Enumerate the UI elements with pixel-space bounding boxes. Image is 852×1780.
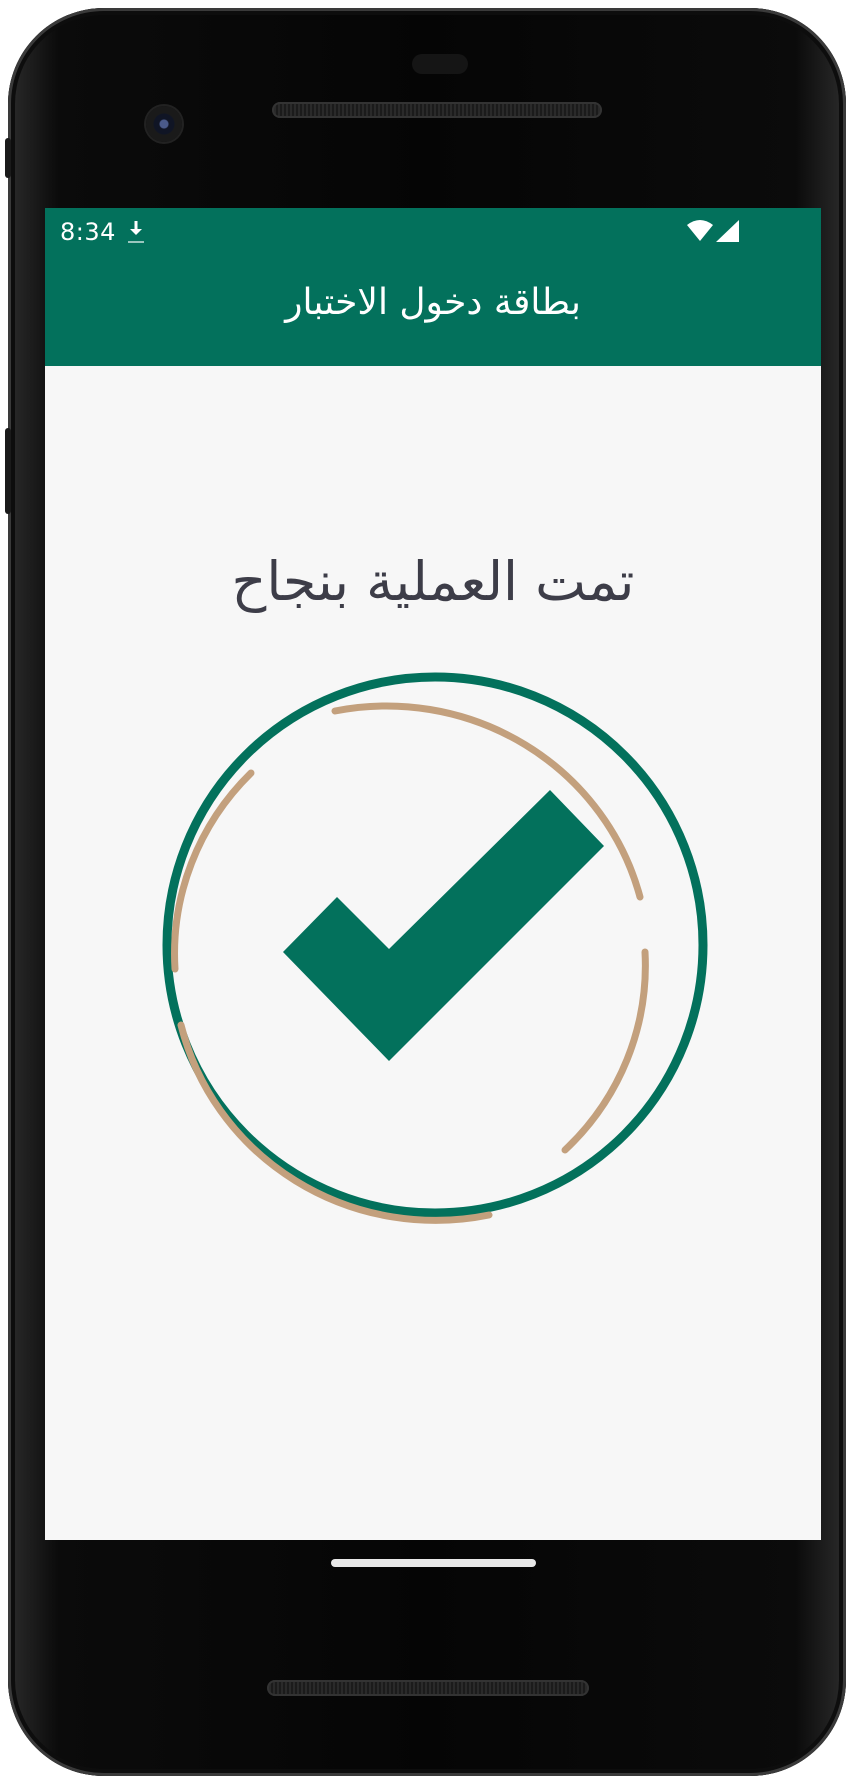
download-icon xyxy=(128,221,144,243)
app-bar: بطاقة دخول الاختبار xyxy=(45,256,821,366)
wifi-icon xyxy=(687,220,713,241)
bottom-speaker xyxy=(267,1680,589,1696)
status-bar: 8:34 xyxy=(45,208,821,256)
power-button xyxy=(5,138,11,178)
home-gesture-bar[interactable] xyxy=(331,1559,536,1567)
volume-button xyxy=(5,428,11,514)
app-bar-title: بطاقة دخول الاختبار xyxy=(285,282,581,323)
app-screen: 8:34 بطاقة دخول الاختبار تمت العملية بنج… xyxy=(45,208,821,1540)
top-speaker xyxy=(272,102,602,118)
cellular-signal-icon xyxy=(716,220,739,242)
check-circle-icon xyxy=(162,672,708,1224)
success-message: تمت العملية بنجاح xyxy=(231,550,635,613)
front-camera xyxy=(146,106,182,142)
checkmark xyxy=(283,790,604,1061)
status-time: 8:34 xyxy=(60,218,116,246)
proximity-sensor xyxy=(412,54,468,74)
